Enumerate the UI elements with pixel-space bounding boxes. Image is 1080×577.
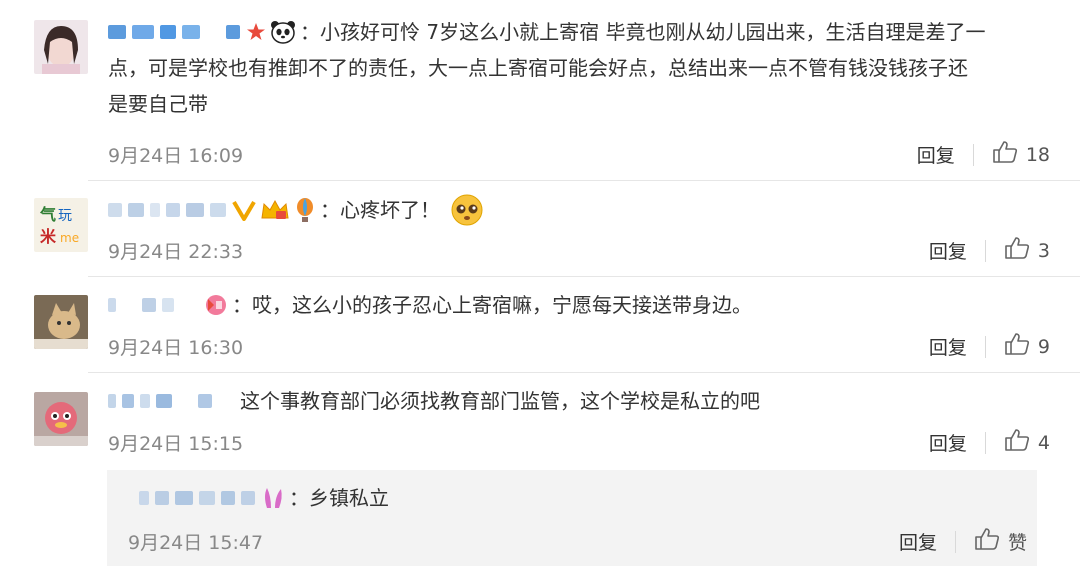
sub-reply-timestamp: 9月24日 15:47 xyxy=(128,532,264,554)
divider xyxy=(984,431,986,454)
reply-button[interactable]: 回复 xyxy=(929,429,967,456)
comment-actions: 回复 9 xyxy=(929,332,1050,361)
like-count: 3 xyxy=(1037,239,1050,262)
comment-text: ：心疼坏了！ xyxy=(320,198,440,222)
timestamp: 9月24日 16:30 xyxy=(108,337,244,359)
verified-v-icon xyxy=(232,199,256,221)
username-line: ：心疼坏了！ xyxy=(108,192,488,228)
like-button[interactable]: 4 xyxy=(1004,428,1050,457)
comment-text-line-3: 是要自己带 xyxy=(108,92,208,116)
avatar[interactable] xyxy=(34,20,88,74)
comment-text: ：哎，这么小的孩子忍心上寄宿嘛，宁愿每天接送带身边。 xyxy=(232,293,752,317)
like-count: 4 xyxy=(1037,431,1050,454)
reply-button[interactable]: 回复 xyxy=(929,333,967,360)
like-count: 9 xyxy=(1037,335,1050,358)
comment-text-line-2: 点，可是学校也有推卸不了的责任，大一点上寄宿可能会好点，总结出来一点不管有钱没钱… xyxy=(108,56,968,80)
username-blurred[interactable] xyxy=(139,491,255,505)
avatar[interactable]: 气 玩 米 me xyxy=(34,198,88,252)
comment-text: 这个事教育部门必须找教育部门监管，这个学校是私立的吧 xyxy=(240,389,760,413)
comment-text-continued: 点，可是学校也有推卸不了的责任，大一点上寄宿可能会好点，总结出来一点不管有钱没钱… xyxy=(108,50,1053,122)
star-badge-icon xyxy=(246,22,266,42)
avatar[interactable] xyxy=(34,295,88,349)
username-blurred[interactable] xyxy=(108,298,196,312)
thumbs-up-icon xyxy=(1004,236,1030,265)
thumbs-up-icon xyxy=(992,140,1018,169)
timestamp: 9月24日 22:33 xyxy=(108,241,244,263)
comment-divider xyxy=(88,276,1080,277)
divider xyxy=(954,530,956,553)
svg-text:气: 气 xyxy=(39,205,56,224)
comment-actions: 回复 4 xyxy=(929,428,1050,457)
sub-reply-text: ：乡镇私立 xyxy=(289,486,389,510)
comment-divider xyxy=(88,372,1080,373)
sub-reply-line: ：乡镇私立 xyxy=(139,480,389,516)
divider xyxy=(972,143,974,166)
like-button[interactable]: 9 xyxy=(1004,332,1050,361)
reply-button[interactable]: 回复 xyxy=(899,528,937,555)
balloon-icon xyxy=(294,197,316,223)
divider xyxy=(984,335,986,358)
comment-text-line-1: ：小孩好可怜 7岁这么小就上寄宿 毕竟也刚从幼儿园出来，生活自理是差了一 xyxy=(300,20,986,44)
bunny-ears-icon xyxy=(261,486,285,510)
panda-icon xyxy=(270,20,296,44)
comment-actions: 回复 18 xyxy=(917,140,1050,169)
thumbs-up-icon xyxy=(974,527,1000,556)
timestamp: 9月24日 16:09 xyxy=(108,145,244,167)
divider xyxy=(984,239,986,262)
like-button[interactable]: 3 xyxy=(1004,236,1050,265)
comment-actions: 回复 3 xyxy=(929,236,1050,265)
like-label: 赞 xyxy=(1007,532,1027,554)
timestamp: 9月24日 15:15 xyxy=(108,433,244,455)
reply-button[interactable]: 回复 xyxy=(929,237,967,264)
like-button[interactable]: 赞 xyxy=(974,527,1027,556)
badge-icon xyxy=(202,293,228,317)
thumbs-up-icon xyxy=(1004,428,1030,457)
sad-face-emoji-icon xyxy=(450,193,484,227)
username-line: ：哎，这么小的孩子忍心上寄宿嘛，宁愿每天接送带身边。 xyxy=(108,287,752,323)
svg-text:米: 米 xyxy=(40,227,57,246)
crown-badge-icon xyxy=(260,198,290,222)
thumbs-up-icon xyxy=(1004,332,1030,361)
comment-divider xyxy=(88,180,1080,181)
username-line: ：小孩好可怜 7岁这么小就上寄宿 毕竟也刚从幼儿园出来，生活自理是差了一 xyxy=(108,14,985,50)
svg-text:me: me xyxy=(60,231,79,245)
username-line: 这个事教育部门必须找教育部门监管，这个学校是私立的吧 xyxy=(108,383,760,419)
sub-reply-actions: 回复 赞 xyxy=(899,527,1027,556)
username-blurred[interactable] xyxy=(108,25,240,39)
avatar[interactable] xyxy=(34,392,88,446)
like-count: 18 xyxy=(1025,143,1050,166)
like-button[interactable]: 18 xyxy=(992,140,1050,169)
username-blurred[interactable] xyxy=(108,394,212,408)
sub-reply: ：乡镇私立 9月24日 15:47 回复 赞 xyxy=(107,470,1037,566)
username-blurred[interactable] xyxy=(108,203,226,217)
svg-text:玩: 玩 xyxy=(58,208,72,224)
reply-button[interactable]: 回复 xyxy=(917,141,955,168)
